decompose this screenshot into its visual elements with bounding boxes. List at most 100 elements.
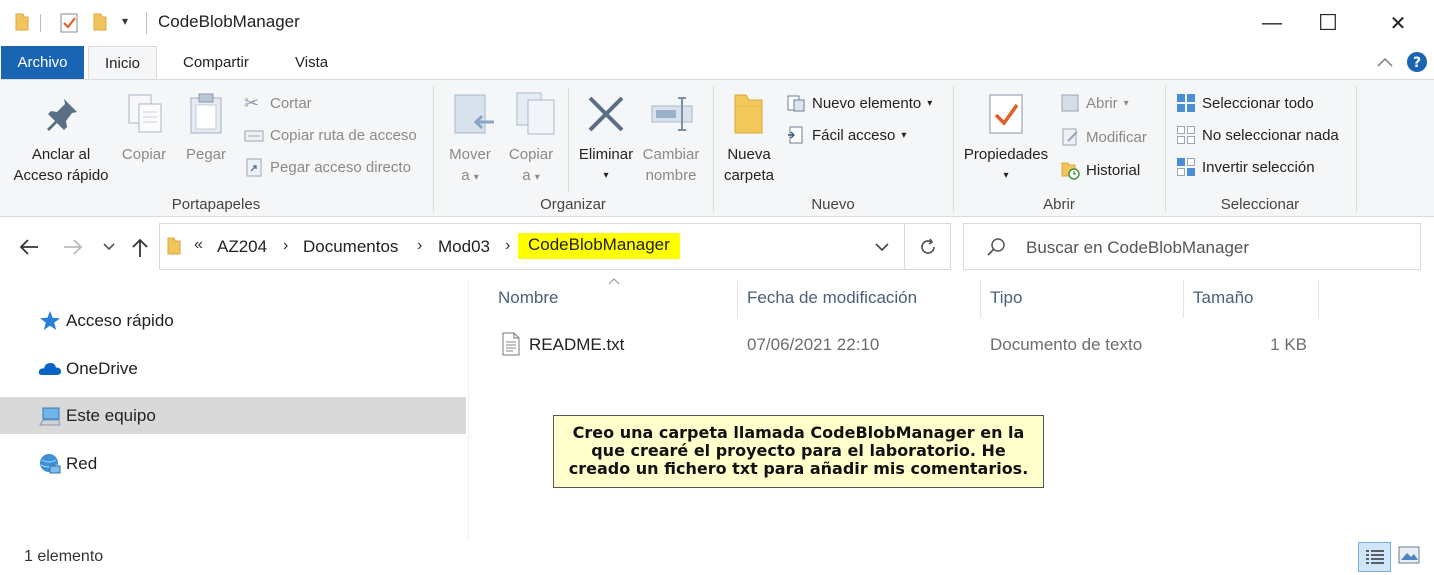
forward-arrow-icon[interactable] bbox=[62, 237, 84, 257]
history-icon bbox=[1061, 162, 1080, 180]
close-button[interactable]: ✕ bbox=[1370, 0, 1426, 46]
search-icon bbox=[987, 238, 1005, 256]
copyto-chevron-icon: ▾ bbox=[534, 172, 540, 183]
computer-icon bbox=[39, 407, 61, 425]
folder-icon[interactable] bbox=[14, 12, 30, 32]
large-icons-view-button[interactable] bbox=[1398, 546, 1422, 566]
edit-label: Modificar bbox=[1086, 128, 1147, 146]
group-separator bbox=[1356, 86, 1357, 212]
breadcrumb-separator-icon: › bbox=[283, 237, 289, 254]
pin-label-line2: Acceso rápido bbox=[13, 167, 109, 184]
tab-archivo[interactable]: Archivo bbox=[1, 46, 84, 79]
move-to-button[interactable]: Mover a ▾ bbox=[440, 144, 500, 188]
copy-to-icon bbox=[516, 92, 555, 135]
nav-item-este-equipo[interactable]: Este equipo bbox=[0, 397, 466, 434]
details-view-button[interactable] bbox=[1358, 542, 1391, 572]
help-icon[interactable]: ? bbox=[1406, 51, 1428, 73]
select-none-button[interactable]: No seleccionar nada bbox=[1176, 125, 1339, 145]
pane-splitter[interactable] bbox=[468, 279, 469, 541]
pin-quick-access-button[interactable]: Anclar al Acceso rápido bbox=[8, 144, 114, 186]
delete-button[interactable]: Eliminar ▾ bbox=[574, 144, 638, 186]
title-bar: ▾ CodeBlobManager — ☐ ✕ bbox=[0, 0, 1434, 46]
breadcrumb-az204[interactable]: AZ204 bbox=[217, 237, 267, 257]
column-separator[interactable] bbox=[737, 280, 738, 318]
refresh-button[interactable] bbox=[905, 223, 951, 270]
breadcrumb-codeblobmanager[interactable]: CodeBlobManager bbox=[518, 233, 680, 259]
properties-icon[interactable] bbox=[58, 12, 80, 34]
breadcrumb-documentos[interactable]: Documentos bbox=[303, 237, 398, 257]
nav-item-red[interactable]: Red bbox=[0, 445, 466, 482]
group-separator bbox=[713, 86, 714, 212]
large-icons-view-icon bbox=[1398, 546, 1420, 564]
up-arrow-icon[interactable] bbox=[130, 236, 150, 258]
new-item-button[interactable]: Nuevo elemento ▾ bbox=[786, 93, 932, 113]
move-chevron-icon: ▾ bbox=[473, 172, 479, 183]
recent-locations-chevron-icon[interactable] bbox=[102, 242, 116, 252]
collapse-ribbon-icon[interactable] bbox=[1376, 56, 1394, 68]
new-folder-icon[interactable] bbox=[92, 12, 108, 32]
column-header-fecha[interactable]: Fecha de modificación bbox=[747, 288, 917, 308]
annotation-note: Creo una carpeta llamada CodeBlobManager… bbox=[553, 415, 1044, 488]
note-line-1: Creo una carpeta llamada CodeBlobManager… bbox=[572, 423, 1025, 442]
new-folder-label-line2: carpeta bbox=[723, 167, 775, 184]
pin-icon bbox=[47, 99, 77, 131]
invert-selection-button[interactable]: Invertir selección bbox=[1176, 157, 1315, 177]
tab-vista[interactable]: Vista bbox=[279, 46, 344, 79]
copyto-label-line1: Copiar bbox=[508, 146, 554, 163]
select-all-label: Seleccionar todo bbox=[1202, 94, 1314, 112]
minimize-button[interactable]: — bbox=[1244, 0, 1300, 46]
breadcrumb-separator-icon: › bbox=[417, 237, 423, 254]
paste-button[interactable]: Pegar bbox=[178, 144, 234, 165]
divider bbox=[568, 88, 569, 192]
cut-button[interactable]: ✂ Cortar bbox=[244, 93, 312, 113]
easy-access-label: Fácil acceso bbox=[812, 126, 896, 144]
file-type: Documento de texto bbox=[990, 335, 1143, 354]
column-header-tamano[interactable]: Tamaño bbox=[1193, 288, 1253, 308]
edit-button[interactable]: Modificar bbox=[1060, 127, 1147, 147]
invert-selection-icon bbox=[1177, 158, 1195, 176]
delete-icon bbox=[588, 96, 624, 132]
column-separator[interactable] bbox=[1318, 280, 1319, 318]
rename-button[interactable]: Cambiar nombre bbox=[638, 144, 704, 186]
column-header-nombre[interactable]: Nombre bbox=[498, 288, 558, 308]
address-history-chevron-icon[interactable] bbox=[874, 242, 890, 252]
select-none-label: No seleccionar nada bbox=[1202, 126, 1339, 144]
text-file-icon bbox=[502, 332, 520, 356]
history-button[interactable]: Historial bbox=[1060, 160, 1140, 180]
select-all-button[interactable]: Seleccionar todo bbox=[1176, 93, 1314, 113]
copy-to-button[interactable]: Copiar a ▾ bbox=[503, 144, 559, 188]
paste-shortcut-label: Pegar acceso directo bbox=[270, 158, 411, 176]
copy-button[interactable]: Copiar bbox=[116, 144, 172, 165]
breadcrumb-mod03[interactable]: Mod03 bbox=[438, 237, 490, 257]
copy-path-button[interactable]: Copiar ruta de acceso bbox=[244, 125, 417, 145]
sort-ascending-icon bbox=[608, 278, 620, 285]
nav-item-onedrive[interactable]: OneDrive bbox=[0, 350, 466, 387]
customize-qa-chevron-icon[interactable]: ▾ bbox=[122, 14, 128, 28]
paste-shortcut-button[interactable]: Pegar acceso directo bbox=[244, 157, 411, 177]
select-all-icon bbox=[1177, 94, 1195, 112]
column-header-tipo[interactable]: Tipo bbox=[990, 288, 1022, 308]
open-icon bbox=[1061, 94, 1079, 112]
breadcrumb-overflow[interactable]: « bbox=[194, 236, 203, 254]
new-folder-button[interactable]: Nueva carpeta bbox=[718, 144, 780, 186]
tab-compartir[interactable]: Compartir bbox=[167, 46, 265, 79]
select-none-icon bbox=[1177, 126, 1195, 144]
properties-button[interactable]: Propiedades ▾ bbox=[958, 144, 1054, 186]
details-view-icon bbox=[1366, 550, 1384, 564]
easy-access-button[interactable]: Fácil acceso ▾ bbox=[786, 125, 906, 145]
note-line-2: que crearé el proyecto para el laborator… bbox=[591, 441, 1006, 460]
tab-inicio[interactable]: Inicio bbox=[88, 46, 158, 79]
open-button[interactable]: Abrir ▾ bbox=[1060, 93, 1129, 113]
column-separator[interactable] bbox=[980, 280, 981, 318]
note-line-3: creado un fichero txt para añadir mis co… bbox=[568, 459, 1029, 478]
maximize-button[interactable]: ☐ bbox=[1300, 0, 1356, 46]
nav-item-acceso-rapido[interactable]: Acceso rápido bbox=[0, 302, 466, 339]
column-separator[interactable] bbox=[1183, 280, 1184, 318]
address-bar[interactable]: « AZ204 › Documentos › Mod03 › CodeBlobM… bbox=[159, 223, 905, 270]
search-placeholder: Buscar en CodeBlobManager bbox=[1026, 238, 1250, 257]
easy-access-chevron-icon: ▾ bbox=[901, 129, 907, 141]
back-arrow-icon[interactable] bbox=[18, 237, 40, 257]
file-name[interactable]: README.txt bbox=[529, 335, 624, 355]
search-box[interactable]: Buscar en CodeBlobManager bbox=[963, 223, 1421, 270]
properties-icon bbox=[989, 94, 1023, 134]
